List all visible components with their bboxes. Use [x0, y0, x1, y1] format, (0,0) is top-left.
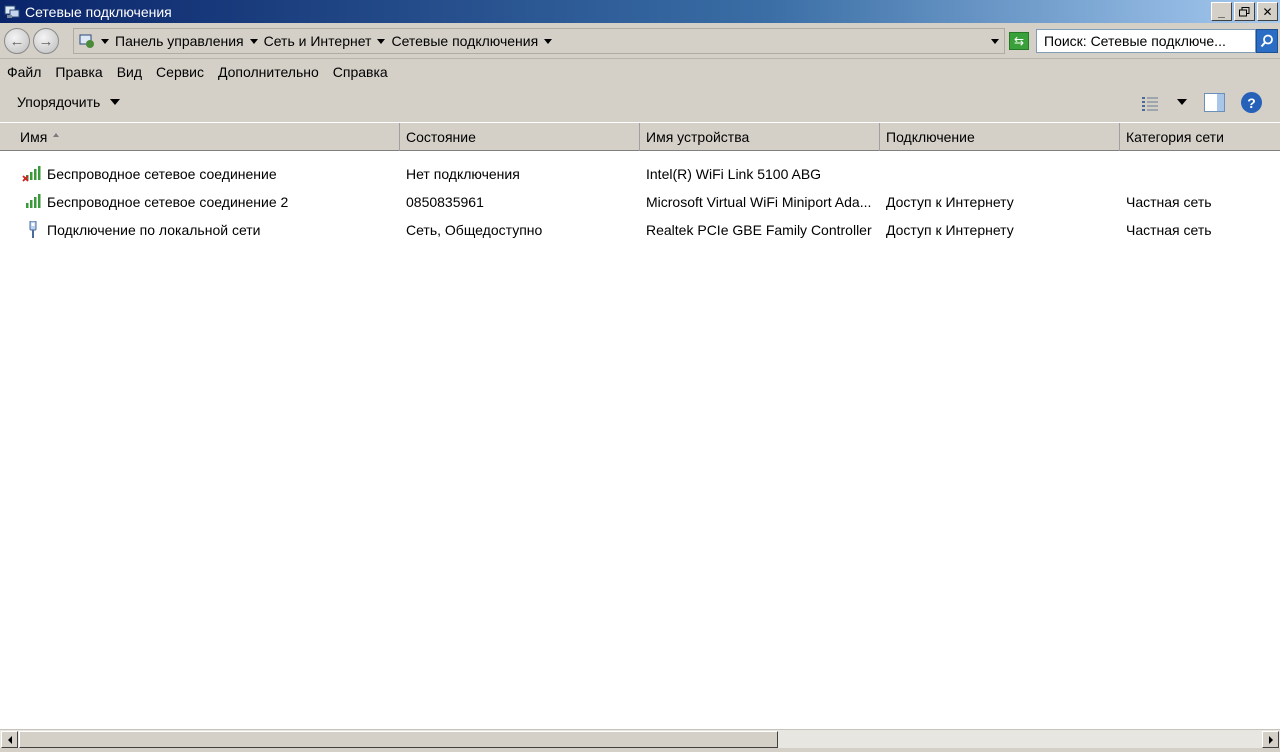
table-row[interactable]: Подключение по локальной сети Сеть, Обще…	[0, 215, 1280, 243]
wireless-disconnected-icon	[22, 165, 44, 182]
restore-button[interactable]	[1234, 2, 1255, 21]
horizontal-scrollbar[interactable]	[0, 729, 1280, 748]
forward-arrow-icon: →	[38, 32, 54, 50]
back-arrow-icon: ←	[9, 32, 25, 50]
column-network-category[interactable]: Категория сети	[1120, 123, 1280, 151]
column-name-label: Имя	[20, 129, 48, 145]
network-connections-icon	[3, 3, 21, 21]
menu-advanced[interactable]: Дополнительно	[218, 64, 319, 80]
organize-label: Упорядочить	[17, 94, 101, 110]
connections-list: Беспроводное сетевое соединение Нет подк…	[0, 151, 1280, 729]
connection-category: Частная сеть	[1126, 194, 1212, 210]
scroll-right-icon	[1268, 735, 1273, 744]
column-connectivity[interactable]: Подключение	[880, 123, 1120, 151]
menu-view[interactable]: Вид	[117, 64, 142, 80]
crumb-dropdown-icon[interactable]	[377, 38, 386, 44]
address-history-dropdown-icon[interactable]	[991, 38, 999, 44]
close-button[interactable]: ✕	[1257, 2, 1278, 21]
breadcrumb-control-panel[interactable]: Панель управления	[115, 33, 244, 49]
close-icon: ✕	[1262, 4, 1273, 19]
connection-name: Беспроводное сетевое соединение	[47, 166, 277, 182]
crumb-dropdown-icon[interactable]	[249, 38, 258, 44]
scroll-left-button[interactable]	[1, 731, 18, 748]
window-bottom-border	[0, 748, 1280, 752]
search-icon	[1260, 34, 1273, 48]
sort-ascending-icon	[53, 133, 60, 137]
minimize-button[interactable]: _	[1211, 2, 1232, 21]
connection-category: Частная сеть	[1126, 222, 1212, 238]
column-status[interactable]: Состояние	[400, 123, 640, 151]
address-row: ← → Панель управления Сеть и Интернет Се…	[0, 23, 1280, 59]
refresh-icon: ⇆	[1013, 34, 1025, 48]
menu-bar: Файл Правка Вид Сервис Дополнительно Спр…	[0, 59, 1280, 85]
details-view-icon	[1142, 97, 1158, 111]
search-button[interactable]	[1256, 29, 1278, 53]
scroll-left-icon	[7, 735, 12, 744]
breadcrumb-network-connections[interactable]: Сетевые подключения	[391, 33, 538, 49]
connection-device: Realtek PCIe GBE Family Controller	[646, 222, 872, 238]
views-dropdown-icon[interactable]	[1177, 99, 1187, 105]
connection-name: Подключение по локальной сети	[47, 222, 261, 238]
column-device-name[interactable]: Имя устройства	[640, 123, 880, 151]
forward-button[interactable]: →	[33, 28, 59, 54]
search-input[interactable]: Поиск: Сетевые подключе...	[1036, 29, 1256, 53]
control-panel-icon	[79, 33, 95, 49]
menu-tools[interactable]: Сервис	[156, 64, 204, 80]
column-connectivity-label: Подключение	[886, 129, 975, 145]
connection-status: Нет подключения	[406, 166, 520, 182]
menu-help[interactable]: Справка	[333, 64, 388, 80]
help-button[interactable]: ?	[1241, 92, 1262, 113]
scroll-thumb[interactable]	[19, 731, 778, 748]
connection-device: Intel(R) WiFi Link 5100 ABG	[646, 166, 822, 182]
command-bar: Упорядочить ?	[0, 86, 1280, 120]
breadcrumb-network-internet[interactable]: Сеть и Интернет	[264, 33, 372, 49]
minimize-icon: _	[1218, 4, 1225, 19]
refresh-button[interactable]: ⇆	[1009, 32, 1029, 50]
connection-status: Сеть, Общедоступно	[406, 222, 543, 238]
crumb-dropdown-icon[interactable]	[544, 38, 553, 44]
views-button[interactable]	[1140, 94, 1162, 112]
menu-file[interactable]: Файл	[7, 64, 41, 80]
title-bar: Сетевые подключения _ ✕	[0, 0, 1280, 23]
scroll-right-button[interactable]	[1262, 731, 1279, 748]
column-device-name-label: Имя устройства	[646, 129, 750, 145]
connection-status: 0850835961	[406, 194, 484, 210]
column-status-label: Состояние	[406, 129, 476, 145]
preview-pane-button[interactable]	[1204, 93, 1225, 112]
address-bar[interactable]: Панель управления Сеть и Интернет Сетевы…	[73, 28, 1005, 54]
wireless-icon	[22, 193, 44, 210]
organize-dropdown-icon	[110, 99, 121, 105]
connection-connectivity: Доступ к Интернету	[886, 222, 1014, 238]
ethernet-icon	[22, 220, 44, 238]
help-icon: ?	[1247, 94, 1256, 111]
connection-device: Microsoft Virtual WiFi Miniport Ada...	[646, 194, 872, 210]
table-row[interactable]: Беспроводное сетевое соединение Нет подк…	[0, 159, 1280, 187]
restore-icon	[1239, 6, 1250, 16]
menu-edit[interactable]: Правка	[55, 64, 102, 80]
connection-connectivity: Доступ к Интернету	[886, 194, 1014, 210]
crumb-dropdown-icon[interactable]	[101, 38, 109, 44]
window-title: Сетевые подключения	[25, 3, 172, 20]
organize-button[interactable]: Упорядочить	[17, 94, 121, 110]
column-header: Имя Состояние Имя устройства Подключение…	[0, 122, 1280, 151]
column-network-category-label: Категория сети	[1126, 129, 1224, 145]
table-row[interactable]: Беспроводное сетевое соединение 2 085083…	[0, 187, 1280, 215]
back-button[interactable]: ←	[4, 28, 30, 54]
column-name[interactable]: Имя	[0, 123, 400, 151]
connection-name: Беспроводное сетевое соединение 2	[47, 194, 289, 210]
